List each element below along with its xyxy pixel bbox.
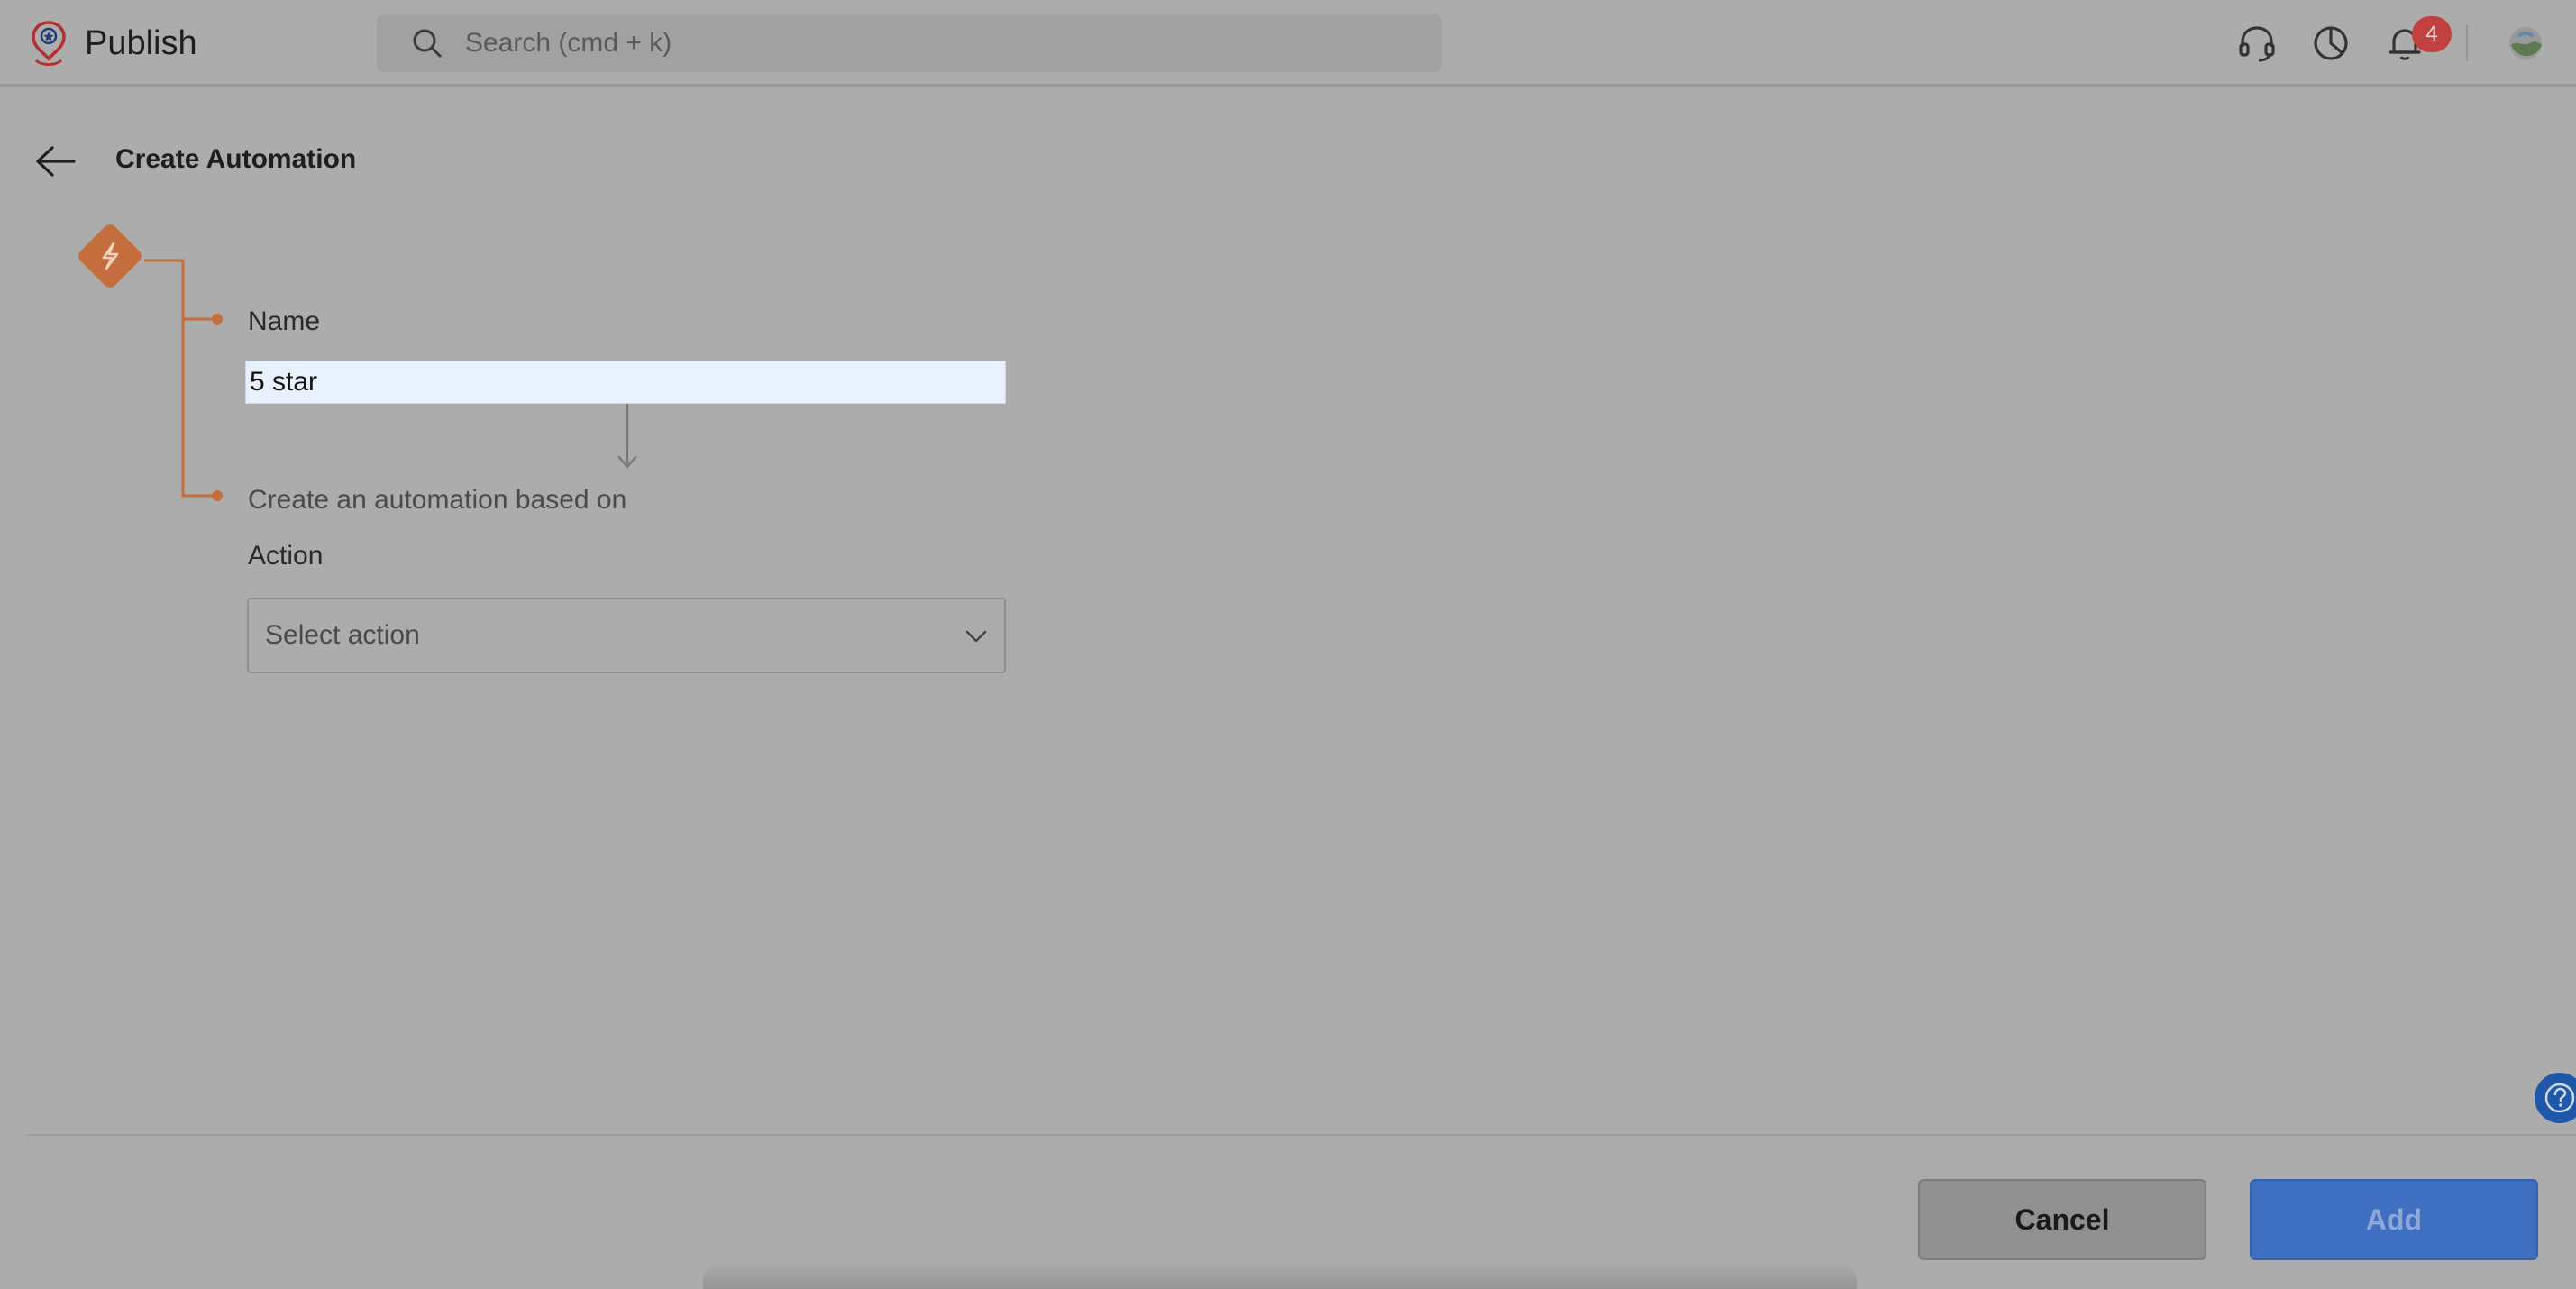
- add-button[interactable]: Add: [2250, 1179, 2538, 1260]
- app-name: Publish: [85, 23, 197, 62]
- arrow-left-icon[interactable]: [34, 142, 78, 180]
- action-select[interactable]: Select action: [247, 598, 1006, 673]
- bottom-shadow: [703, 1262, 1857, 1289]
- pie-chart-icon[interactable]: [2309, 22, 2352, 65]
- create-automation-page: Publish 4: [0, 0, 2576, 1289]
- search-bar[interactable]: [377, 14, 1442, 72]
- chevron-down-icon: [965, 630, 987, 643]
- name-label: Name: [248, 306, 321, 336]
- automation-flow-connector: [78, 224, 223, 501]
- name-input[interactable]: [245, 361, 1006, 404]
- cancel-button[interactable]: Cancel: [1918, 1179, 2206, 1260]
- notification-badge: 4: [2412, 16, 2452, 52]
- top-bar: Publish 4: [0, 0, 2576, 87]
- footer-divider: [27, 1134, 2576, 1136]
- page-title: Create Automation: [115, 144, 357, 174]
- top-divider: [2466, 25, 2468, 61]
- brand[interactable]: Publish: [29, 18, 197, 69]
- help-button[interactable]: [2535, 1073, 2576, 1123]
- automation-based-on-label: Create an automation based on: [248, 485, 627, 515]
- arrow-down-icon: [617, 404, 637, 469]
- search-icon: [413, 29, 442, 58]
- map-pin-star-icon: [32, 21, 66, 66]
- lightning-bolt-icon: [78, 224, 142, 288]
- avatar[interactable]: [2506, 23, 2545, 63]
- headset-icon[interactable]: [2235, 22, 2279, 65]
- action-select-value: Select action: [265, 620, 420, 650]
- question-circle-icon: [2544, 1083, 2575, 1113]
- action-label: Action: [248, 541, 324, 571]
- search-input[interactable]: [463, 27, 1368, 59]
